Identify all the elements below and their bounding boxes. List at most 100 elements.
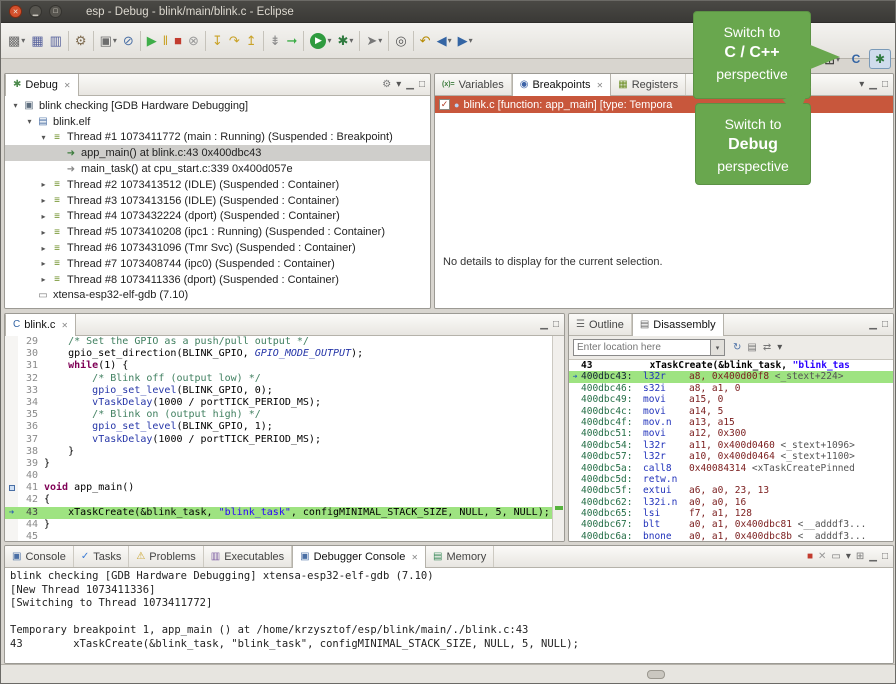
step-into-button[interactable]: ↧	[209, 29, 226, 53]
editor-annotation-ruler[interactable]	[5, 385, 18, 397]
new-wizard-button[interactable]: ▩▾	[5, 29, 28, 53]
clear-console-icon[interactable]: ▭	[831, 552, 840, 562]
debug-tree-item[interactable]: ➜main_task() at cpu_start.c:339 0x400d05…	[5, 161, 430, 177]
debug-tree-item[interactable]: ▸≡Thread #4 1073432224 (dport) (Suspende…	[5, 209, 430, 225]
window-maximize-button[interactable]: □	[49, 5, 62, 18]
editor-annotation-ruler[interactable]	[5, 421, 18, 433]
bp-tab-breakpoints[interactable]: ◉Breakpoints✕	[512, 74, 612, 96]
collapsed-expander-icon[interactable]: ▸	[37, 275, 50, 284]
collapsed-expander-icon[interactable]: ▸	[37, 196, 50, 205]
editor-annotation-ruler[interactable]	[5, 519, 18, 531]
expanded-expander-icon[interactable]: ▾	[37, 133, 50, 142]
step-over-button[interactable]: ↷	[226, 29, 243, 53]
maximize-view-button[interactable]: □	[553, 320, 559, 330]
editor-annotation-ruler[interactable]	[5, 348, 18, 360]
console-hscrollbar-thumb[interactable]	[647, 670, 665, 679]
close-icon[interactable]: ✕	[597, 81, 604, 90]
debug-tree-item[interactable]: ▸≡Thread #5 1073410208 (ipc1 : Running) …	[5, 224, 430, 240]
overview-marker-current-line[interactable]	[555, 506, 563, 510]
close-icon[interactable]: ✕	[64, 81, 71, 90]
run-button[interactable]: ▶▾	[307, 29, 334, 53]
debug-tree-item[interactable]: ▸≡Thread #6 1073431096 (Tmr Svc) (Suspen…	[5, 240, 430, 256]
debug-tree-item[interactable]: ➜app_main() at blink.c:43 0x400dbc43	[5, 145, 430, 161]
debug-tree-item[interactable]: ▸≡Thread #2 1073413512 (IDLE) (Suspended…	[5, 177, 430, 193]
close-icon[interactable]: ✕	[411, 553, 418, 562]
breakpoint-checkbox[interactable]: ✓	[439, 99, 450, 110]
console-output[interactable]: blink checking [GDB Hardware Debugging] …	[5, 568, 893, 663]
editor-annotation-ruler[interactable]	[5, 458, 18, 470]
back-button[interactable]: ◀▾	[434, 29, 455, 53]
save-button[interactable]: ▦	[28, 29, 46, 53]
debug-tree-item[interactable]: ▸≡Thread #3 1073413156 (IDLE) (Suspended…	[5, 193, 430, 209]
debug-tree-item[interactable]: ▸≡Thread #8 1073411336 (dport) (Suspende…	[5, 272, 430, 288]
editor-annotation-ruler[interactable]	[5, 531, 18, 541]
suspend-button[interactable]: ‖	[160, 29, 171, 53]
editor-annotation-ruler[interactable]	[5, 409, 18, 421]
resume-button[interactable]: ▶	[144, 29, 160, 53]
maximize-view-button[interactable]: □	[882, 552, 888, 562]
collapsed-expander-icon[interactable]: ▸	[37, 228, 50, 237]
cpp-perspective-button[interactable]: C	[845, 49, 867, 69]
last-edit-location-button[interactable]: ↶	[417, 29, 434, 53]
disasm-tab-disassembly[interactable]: ▤Disassembly	[632, 314, 724, 336]
external-tools-button[interactable]: ➤▾	[363, 29, 385, 53]
location-input[interactable]	[573, 339, 711, 356]
collapsed-expander-icon[interactable]: ▸	[37, 259, 50, 268]
console-tab-memory[interactable]: ▤Memory	[426, 546, 494, 567]
editor-annotation-ruler[interactable]	[5, 373, 18, 385]
editor-annotation-ruler[interactable]	[5, 434, 18, 446]
editor-annotation-ruler[interactable]: ➜	[5, 507, 18, 519]
disasm-menu-icon[interactable]: ▾	[777, 343, 782, 353]
editor-annotation-ruler[interactable]	[5, 397, 18, 409]
minimize-view-button[interactable]: ▁	[869, 552, 877, 562]
skip-all-breakpoints-button[interactable]: ⊘	[120, 29, 137, 53]
debug-tree-item[interactable]: ▭xtensa-esp32-elf-gdb (7.10)	[5, 288, 430, 304]
editor-annotation-ruler[interactable]	[5, 336, 18, 348]
debug-tree-item[interactable]: ▾≡Thread #1 1073411772 (main : Running) …	[5, 130, 430, 146]
step-return-button[interactable]: ↥	[243, 29, 260, 53]
editor-annotation-ruler[interactable]	[5, 470, 18, 482]
minimize-view-button[interactable]: ▁	[540, 320, 548, 330]
debug-view-menu-icon[interactable]: ▾	[396, 80, 401, 90]
disassembly-content[interactable]: 43 xTaskCreate(&blink_task, "blink_tas➜4…	[569, 360, 893, 541]
console-tab-executables[interactable]: ▥Executables	[204, 546, 292, 567]
debug-tab-debug[interactable]: ✱Debug✕	[5, 74, 79, 96]
disasm-refresh-icon[interactable]: ↻	[733, 343, 741, 353]
collapsed-expander-icon[interactable]: ▸	[37, 244, 50, 253]
remove-launch-icon[interactable]: ✕	[818, 552, 826, 562]
debug-tree-item[interactable]: ▸≡Thread #7 1073408744 (ipc0) (Suspended…	[5, 256, 430, 272]
terminate-console-icon[interactable]: ■	[807, 552, 813, 562]
console-tab-console[interactable]: ▣Console	[5, 546, 74, 567]
editor-tab-blink-c[interactable]: Cblink.c✕	[5, 314, 76, 336]
debug-tree-item[interactable]: ▾▣blink checking [GDB Hardware Debugging…	[5, 98, 430, 114]
bp-tab-variables[interactable]: (x)=Variables	[435, 74, 512, 95]
console-tab-debugger-console[interactable]: ▣Debugger Console✕	[292, 546, 426, 568]
disasm-show-source-icon[interactable]: ▤	[747, 343, 756, 353]
breakpoint-row[interactable]: ✓●blink.c [function: app_main] [type: Te…	[435, 96, 893, 113]
disconnect-button[interactable]: ⊗	[185, 29, 202, 53]
location-dropdown-icon[interactable]: ▾	[711, 339, 725, 356]
console-tab-tasks[interactable]: ✓Tasks	[74, 546, 130, 567]
save-all-button[interactable]: ▥	[47, 29, 65, 53]
editor-overview-ruler[interactable]	[552, 336, 564, 541]
new-launch-config-button[interactable]: ▣▾	[97, 29, 120, 53]
editor-annotation-ruler[interactable]	[5, 494, 18, 506]
bp-tab-registers[interactable]: ▦Registers	[611, 74, 686, 95]
debug-perspective-button[interactable]: ✱	[869, 49, 891, 69]
close-icon[interactable]: ✕	[61, 321, 68, 330]
forward-button[interactable]: ▶▾	[455, 29, 476, 53]
instruction-stepping-button[interactable]: ➞	[284, 29, 301, 53]
open-console-icon[interactable]: ⊞	[856, 552, 864, 562]
editor-content[interactable]: 29 /* Set the GPIO as a push/pull output…	[5, 336, 552, 541]
debug-view-settings-icon[interactable]: ⚙	[382, 80, 391, 90]
expanded-expander-icon[interactable]: ▾	[9, 101, 22, 110]
maximize-view-button[interactable]: □	[419, 80, 425, 90]
editor-annotation-ruler[interactable]	[5, 446, 18, 458]
maximize-view-button[interactable]: □	[882, 80, 888, 90]
drop-to-frame-button[interactable]: ⇟	[267, 29, 284, 53]
collapsed-expander-icon[interactable]: ▸	[37, 180, 50, 189]
minimize-view-button[interactable]: ▁	[406, 80, 414, 90]
editor-annotation-ruler[interactable]	[5, 360, 18, 372]
minimize-view-button[interactable]: ▁	[869, 320, 877, 330]
window-close-button[interactable]: ✕	[9, 5, 22, 18]
